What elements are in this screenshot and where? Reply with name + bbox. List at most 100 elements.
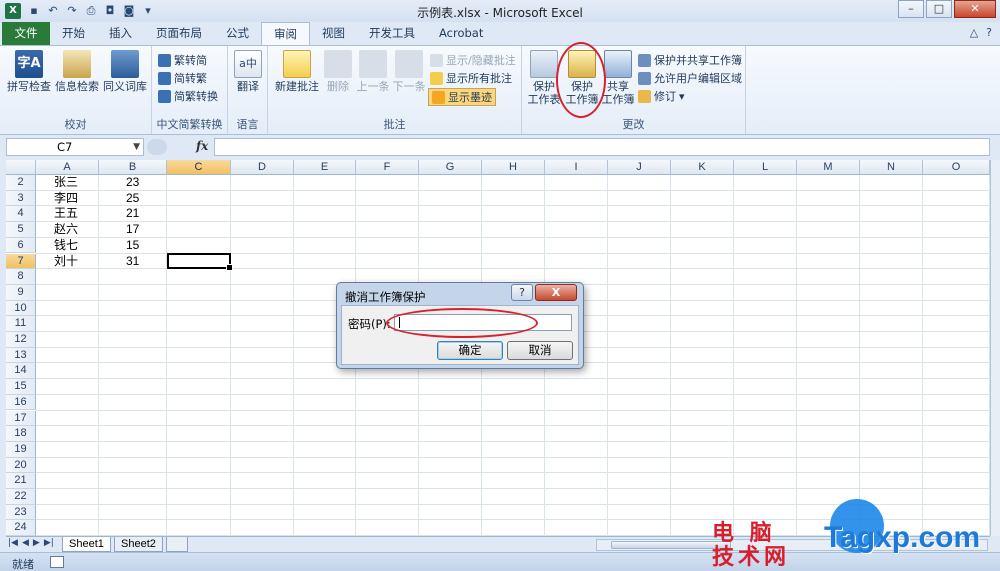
save-icon[interactable]: ▪ — [27, 4, 41, 18]
minimize-ribbon-icon[interactable]: △ — [970, 26, 978, 39]
row-header-22[interactable]: 22 — [6, 489, 36, 505]
cancel-button[interactable]: 取消 — [507, 341, 573, 360]
column-header-j[interactable]: J — [608, 160, 671, 175]
trad-to-simp-button[interactable]: 繁转简 — [158, 52, 207, 68]
column-header-k[interactable]: K — [671, 160, 734, 175]
row-header-13[interactable]: 13 — [6, 347, 36, 364]
protect-and-share-button[interactable]: 保护并共享工作簿 — [638, 52, 742, 68]
cell-value[interactable]: 15 — [126, 238, 139, 253]
row-header-10[interactable]: 10 — [6, 300, 36, 317]
simp-to-trad-button[interactable]: 简转繁 — [158, 70, 207, 86]
print-icon[interactable]: ⎙ — [84, 4, 98, 18]
maximize-button[interactable]: □ — [926, 0, 952, 18]
row-header-7[interactable]: 7 — [6, 253, 36, 270]
column-header-l[interactable]: L — [734, 160, 797, 175]
dialog-close-button[interactable]: X — [535, 284, 577, 301]
row-header-6[interactable]: 6 — [6, 237, 36, 254]
column-header-n[interactable]: N — [860, 160, 923, 175]
previous-comment-button[interactable]: 上一条 — [354, 50, 392, 93]
sheet-tab-sheet2[interactable]: Sheet2 — [114, 537, 163, 552]
row-header-14[interactable]: 14 — [6, 363, 36, 380]
vertical-scrollbar[interactable] — [990, 160, 1000, 536]
column-header-b[interactable]: B — [99, 160, 167, 175]
active-cell-cursor[interactable] — [167, 253, 233, 271]
insert-sheet-icon[interactable] — [166, 537, 188, 552]
row-header-2[interactable]: 2 — [6, 175, 36, 191]
help-icon[interactable]: ? — [986, 26, 992, 39]
cell-name[interactable]: 赵六 — [54, 222, 78, 237]
tab-home[interactable]: 开始 — [50, 22, 97, 45]
row-header-4[interactable]: 4 — [6, 206, 36, 223]
row-header-5[interactable]: 5 — [6, 222, 36, 238]
close-window-button[interactable]: ✕ — [954, 0, 996, 18]
tab-formulas[interactable]: 公式 — [214, 22, 261, 45]
cell-value[interactable]: 23 — [126, 175, 139, 190]
dialog-help-button[interactable]: ? — [511, 284, 533, 301]
row-header-15[interactable]: 15 — [6, 379, 36, 395]
camera-icon[interactable]: ◘ — [103, 4, 117, 18]
column-header-o[interactable]: O — [923, 160, 990, 175]
track-changes-button[interactable]: 修订 ▾ — [638, 88, 685, 104]
horizontal-scrollbar[interactable] — [596, 539, 988, 551]
cell-value[interactable]: 31 — [126, 254, 139, 269]
prev-sheet-icon[interactable]: ◀ — [22, 538, 29, 548]
insert-function-icon[interactable]: fx — [196, 139, 208, 153]
row-header-24[interactable]: 24 — [6, 520, 36, 536]
ok-button[interactable]: 确定 — [437, 341, 503, 360]
row-header-23[interactable]: 23 — [6, 504, 36, 521]
first-sheet-icon[interactable]: |◀ — [8, 538, 18, 548]
undo-icon[interactable]: ↶ — [46, 4, 60, 18]
tab-developer[interactable]: 开发工具 — [357, 22, 427, 45]
new-comment-button[interactable]: 新建批注 — [272, 50, 322, 93]
cell-value[interactable]: 17 — [126, 222, 139, 237]
horizontal-scroll-thumb[interactable] — [611, 541, 731, 549]
name-box[interactable]: C7 ▼ — [6, 138, 144, 156]
cell-value[interactable]: 25 — [126, 191, 139, 206]
column-header-f[interactable]: F — [356, 160, 419, 175]
next-comment-button[interactable]: 下一条 — [390, 50, 428, 93]
minimize-button[interactable]: – — [898, 0, 924, 18]
tab-view[interactable]: 视图 — [310, 22, 357, 45]
row-header-11[interactable]: 11 — [6, 316, 36, 332]
row-header-8[interactable]: 8 — [6, 269, 36, 285]
spelling-button[interactable]: 字A 拼写检查 — [6, 50, 52, 93]
column-header-a[interactable]: A — [36, 160, 99, 175]
show-ink-button[interactable]: 显示墨迹 — [428, 88, 496, 106]
last-sheet-icon[interactable]: ▶| — [44, 538, 54, 548]
formula-bar-splitter[interactable] — [147, 139, 167, 155]
row-header-16[interactable]: 16 — [6, 394, 36, 411]
excel-app-icon[interactable]: X — [5, 3, 21, 19]
cell-name[interactable]: 王五 — [54, 206, 78, 221]
select-all-corner[interactable] — [6, 160, 36, 175]
name-box-dropdown-icon[interactable]: ▼ — [133, 139, 140, 155]
formula-input[interactable] — [214, 138, 990, 156]
row-header-18[interactable]: 18 — [6, 426, 36, 442]
row-header-19[interactable]: 19 — [6, 441, 36, 458]
redo-icon[interactable]: ↷ — [65, 4, 79, 18]
column-header-g[interactable]: G — [419, 160, 482, 175]
column-header-i[interactable]: I — [545, 160, 608, 175]
research-button[interactable]: 信息检索 — [54, 50, 100, 93]
cell-value[interactable]: 21 — [126, 206, 139, 221]
row-header-9[interactable]: 9 — [6, 284, 36, 301]
row-header-12[interactable]: 12 — [6, 332, 36, 348]
tab-insert[interactable]: 插入 — [97, 22, 144, 45]
chinese-convert-button[interactable]: 简繁转换 — [158, 88, 218, 104]
print-preview-icon[interactable]: ◙ — [122, 4, 136, 18]
column-header-e[interactable]: E — [294, 160, 356, 175]
cell-name[interactable]: 钱七 — [54, 238, 78, 253]
translate-button[interactable]: a中 翻译 — [225, 50, 271, 93]
column-header-c[interactable]: C — [167, 160, 231, 175]
column-header-d[interactable]: D — [231, 160, 294, 175]
row-header-20[interactable]: 20 — [6, 457, 36, 474]
tab-page-layout[interactable]: 页面布局 — [144, 22, 214, 45]
row-header-3[interactable]: 3 — [6, 190, 36, 207]
macro-record-icon[interactable] — [50, 556, 64, 568]
sheet-tab-sheet1[interactable]: Sheet1 — [62, 537, 111, 552]
tab-acrobat[interactable]: Acrobat — [427, 22, 495, 45]
row-header-21[interactable]: 21 — [6, 473, 36, 489]
row-header-17[interactable]: 17 — [6, 410, 36, 427]
allow-edit-ranges-button[interactable]: 允许用户编辑区域 — [638, 70, 742, 86]
tab-file[interactable]: 文件 — [2, 22, 50, 45]
column-header-h[interactable]: H — [482, 160, 545, 175]
